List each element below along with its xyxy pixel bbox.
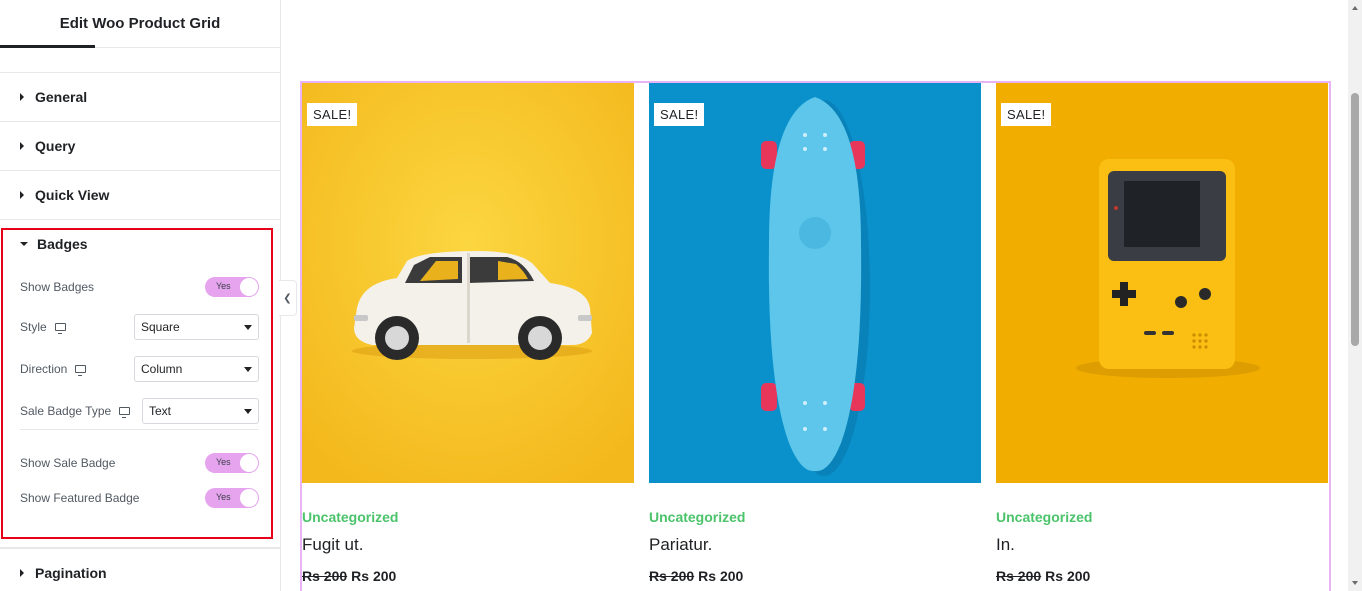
skateboard-illustration (649, 83, 981, 483)
scroll-up-arrow-icon[interactable] (1352, 6, 1358, 10)
control-label: Sale Badge Type (20, 404, 131, 418)
show-sale-badge-control: Show Sale Badge Yes (20, 453, 259, 473)
current-price: Rs 200 (1045, 568, 1091, 584)
caret-right-icon (20, 191, 24, 199)
section-general[interactable]: General (0, 72, 280, 122)
control-label: Show Sale Badge (20, 456, 116, 470)
dropdown-arrow-icon (244, 367, 252, 372)
toggle-knob (240, 489, 258, 507)
select-value: Column (141, 362, 183, 376)
section-pagination[interactable]: Pagination (0, 548, 280, 591)
section-query-header[interactable]: Query (0, 122, 280, 170)
toggle-knob (240, 454, 258, 472)
direction-control: Direction Column (20, 356, 259, 382)
white-car-illustration (302, 83, 634, 483)
show-badges-toggle[interactable]: Yes (205, 277, 259, 297)
control-label: Style (20, 320, 66, 334)
section-label: Query (35, 138, 76, 154)
sale-badge-type-control: Sale Badge Type Text (20, 398, 259, 424)
product-card[interactable]: SALE! Uncategorized Pariatur. Rs 200 Rs 2… (649, 83, 981, 584)
caret-down-icon (20, 242, 28, 246)
product-image-car[interactable]: SALE! (302, 83, 634, 483)
sale-badge: SALE! (307, 103, 358, 126)
product-category[interactable]: Uncategorized (302, 509, 398, 525)
chevron-left-icon: ❮ (283, 292, 292, 304)
product-price: Rs 200 Rs 200 (649, 568, 743, 584)
toggle-text: Yes (216, 457, 231, 467)
control-label: Direction (20, 362, 87, 376)
section-quick-view-header[interactable]: Quick View (0, 171, 280, 219)
section-badges: Badges Show Badges Yes Style Square Dire… (0, 220, 280, 548)
select-value: Text (149, 404, 172, 418)
style-select[interactable]: Square (134, 314, 259, 340)
section-general-header[interactable]: General (0, 73, 280, 121)
section-quick-view[interactable]: Quick View (0, 171, 280, 220)
toggle-text: Yes (216, 281, 231, 291)
active-tab-indicator (0, 45, 95, 48)
show-featured-badge-control: Show Featured Badge Yes (20, 488, 259, 508)
product-category[interactable]: Uncategorized (996, 509, 1092, 525)
current-price: Rs 200 (698, 568, 744, 584)
monitor-icon[interactable] (54, 323, 66, 334)
product-image-skateboard[interactable]: SALE! (649, 83, 981, 483)
control-label-text: Direction (20, 362, 68, 376)
product-card[interactable]: SALE! Uncategorized Fugit ut. Rs 200 Rs 2… (302, 83, 634, 584)
show-featured-badge-toggle[interactable]: Yes (205, 488, 259, 508)
panel-header: Edit Woo Product Grid (0, 0, 280, 48)
caret-right-icon (20, 569, 24, 577)
section-badges-header[interactable]: Badges (0, 220, 280, 266)
old-price: Rs 200 (302, 568, 348, 584)
old-price: Rs 200 (996, 568, 1042, 584)
section-label: General (35, 89, 88, 105)
style-control: Style Square (20, 314, 259, 340)
editor-panel: Edit Woo Product Grid General Query Quic… (0, 0, 281, 591)
product-title[interactable]: In. (996, 535, 1015, 555)
section-query[interactable]: Query (0, 122, 280, 171)
gameboy-illustration (996, 83, 1328, 483)
control-label-text: Style (20, 320, 47, 334)
product-price: Rs 200 Rs 200 (302, 568, 396, 584)
control-label: Show Badges (20, 280, 95, 294)
sale-badge: SALE! (1001, 103, 1052, 126)
sale-badge: SALE! (654, 103, 705, 126)
toggle-knob (240, 278, 258, 296)
caret-right-icon (20, 142, 24, 150)
product-category[interactable]: Uncategorized (649, 509, 745, 525)
scrollbar-thumb[interactable] (1351, 93, 1359, 346)
show-badges-control: Show Badges Yes (20, 277, 259, 297)
product-price: Rs 200 Rs 200 (996, 568, 1090, 584)
section-label: Badges (37, 236, 88, 252)
dropdown-arrow-icon (244, 409, 252, 414)
sale-badge-type-select[interactable]: Text (142, 398, 259, 424)
product-image-gameboy[interactable]: SALE! (996, 83, 1328, 483)
old-price: Rs 200 (649, 568, 695, 584)
divider (20, 429, 259, 430)
caret-right-icon (20, 93, 24, 101)
dropdown-arrow-icon (244, 325, 252, 330)
section-pagination-header[interactable]: Pagination (0, 549, 280, 591)
section-label: Quick View (35, 187, 110, 203)
product-card[interactable]: SALE! Uncategorized In. Rs 200 Rs 200 (996, 83, 1328, 584)
scroll-down-arrow-icon[interactable] (1352, 581, 1358, 585)
monitor-icon[interactable] (119, 407, 131, 418)
direction-select[interactable]: Column (134, 356, 259, 382)
select-value: Square (141, 320, 180, 334)
section-label: Pagination (35, 565, 107, 581)
show-sale-badge-toggle[interactable]: Yes (205, 453, 259, 473)
toggle-text: Yes (216, 492, 231, 502)
product-title[interactable]: Pariatur. (649, 535, 712, 555)
vertical-scrollbar[interactable] (1348, 0, 1362, 591)
control-label-text: Sale Badge Type (20, 404, 112, 418)
collapse-panel-button[interactable]: ❮ (279, 280, 297, 316)
panel-title: Edit Woo Product Grid (59, 15, 221, 32)
current-price: Rs 200 (351, 568, 397, 584)
control-label: Show Featured Badge (20, 491, 140, 505)
product-title[interactable]: Fugit ut. (302, 535, 363, 555)
monitor-icon[interactable] (75, 365, 87, 376)
